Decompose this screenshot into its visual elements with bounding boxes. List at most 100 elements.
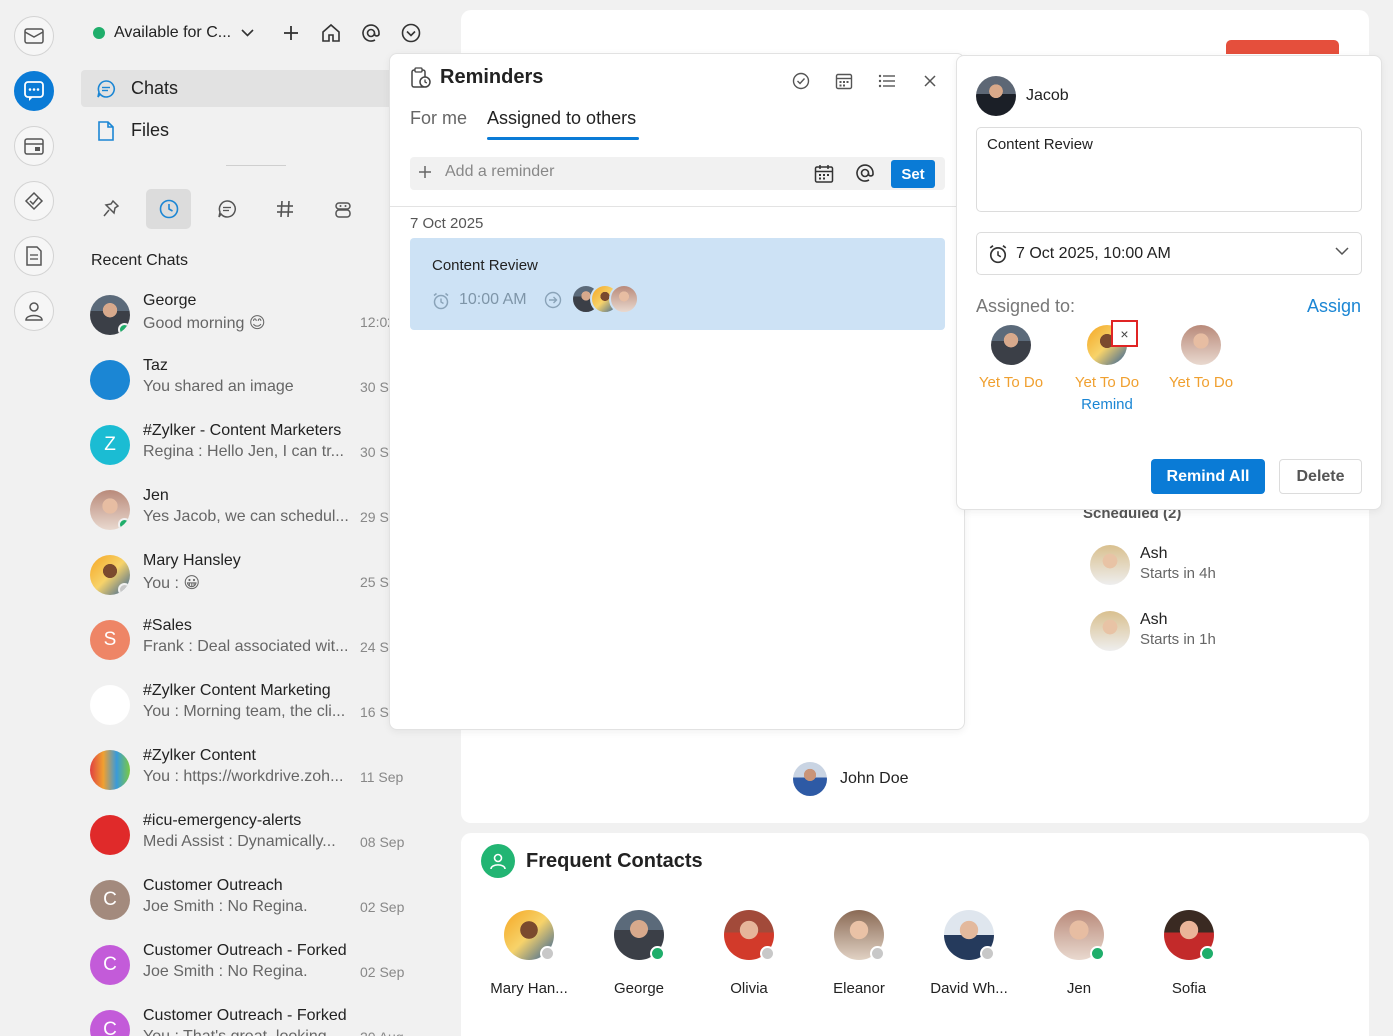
reminder-datetime-picker[interactable]: 7 Oct 2025, 10:00 AM <box>976 232 1362 275</box>
bots-filter[interactable] <box>320 189 365 229</box>
frequent-contact[interactable]: George <box>584 910 694 997</box>
assign-link[interactable]: Assign <box>1307 296 1361 317</box>
completed-check-icon[interactable] <box>788 68 813 93</box>
check-in-button[interactable] <box>1226 40 1339 54</box>
frequent-contact[interactable]: Sofia <box>1134 910 1244 997</box>
remove-assignee-button[interactable]: × <box>1111 320 1138 347</box>
frequent-contacts-card: Frequent Contacts Mary Han... George Olivi… <box>461 833 1369 1036</box>
calendar-icon[interactable] <box>814 164 834 184</box>
chat-list-item[interactable]: S #Sales Frank : Deal associated wit... 24 … <box>90 615 420 680</box>
nav-chats[interactable]: Chats <box>81 70 401 107</box>
assignee[interactable]: Yet To Do <box>971 325 1051 391</box>
chat-name: Customer Outreach <box>143 877 283 894</box>
chat-preview: You shared an image <box>143 378 294 395</box>
plus-icon[interactable] <box>278 20 304 46</box>
frequent-contacts-list: Mary Han... George Olivia Eleanor David Wh..… <box>474 910 1244 997</box>
contact-name: Eleanor <box>833 980 885 997</box>
nav-chats-label: Chats <box>131 78 179 98</box>
contacts-app-icon[interactable] <box>14 291 54 331</box>
presence-dot <box>870 946 885 961</box>
add-reminder-input[interactable]: Add a reminder <box>445 163 554 181</box>
pinned-filter[interactable] <box>88 189 133 229</box>
chat-list-item[interactable]: C Customer Outreach - Forked You : That's … <box>90 1005 420 1036</box>
alarm-clock-icon <box>433 292 449 310</box>
avatar <box>1181 325 1221 365</box>
chat-list: George Good morning 😊 12:02 P Taz You shared… <box>90 290 420 1036</box>
assignee[interactable]: × Yet To Do Remind <box>1067 320 1147 413</box>
home-icon[interactable] <box>318 20 344 46</box>
avatar <box>90 815 130 855</box>
calendar-app-icon[interactable] <box>14 126 54 166</box>
chat-list-item[interactable]: #icu-emergency-alerts Medi Assist : Dynam… <box>90 810 420 875</box>
remind-link[interactable]: Remind <box>1067 396 1147 413</box>
frequent-contact[interactable]: Eleanor <box>804 910 914 997</box>
tasks-app-icon[interactable] <box>14 181 54 221</box>
tab-assigned-to-others[interactable]: Assigned to others <box>487 108 636 129</box>
scheduled-item[interactable]: Ash Starts in 1h <box>1090 611 1290 656</box>
chat-sidebar: Available for C... Chats Files Recent Ch… <box>68 0 440 1036</box>
frequent-contact[interactable]: Mary Han... <box>474 910 584 997</box>
chat-name: Customer Outreach - Forked <box>143 1007 347 1024</box>
contact-john-doe[interactable]: John Doe <box>793 762 909 796</box>
frequent-contact[interactable]: David Wh... <box>914 910 1024 997</box>
hash-icon <box>276 200 293 218</box>
chat-preview: You : Morning team, the cli... <box>143 703 346 720</box>
chat-list-item[interactable]: #Zylker Content Marketing You : Morning t… <box>90 680 420 745</box>
scheduled-time: Starts in 1h <box>1140 631 1216 648</box>
chat-preview: Yes Jacob, we can schedul... <box>143 508 349 525</box>
cliq-chat-icon[interactable] <box>14 71 54 111</box>
mail-icon[interactable] <box>14 16 54 56</box>
chat-list-item[interactable]: #Zylker Content You : https://workdrive.z… <box>90 745 420 810</box>
avatar <box>609 284 639 314</box>
chat-name: #icu-emergency-alerts <box>143 812 302 829</box>
chat-list-item[interactable]: Jen Yes Jacob, we can schedul... 29 S <box>90 485 420 550</box>
presence-dot <box>760 946 775 961</box>
assignee-status: Yet To Do <box>1074 374 1140 391</box>
notes-app-icon[interactable] <box>14 236 54 276</box>
chat-preview: You : https://workdrive.zoh... <box>143 768 344 785</box>
calendar-view-icon[interactable] <box>831 68 856 93</box>
reminder-date-group: 7 Oct 2025 <box>410 215 484 232</box>
reminder-owner: Jacob <box>1026 87 1069 104</box>
chat-list-item[interactable]: Z #Zylker - Content Marketers Regina : Hel… <box>90 420 420 485</box>
chat-time: 16 S <box>360 704 389 720</box>
contact-name: George <box>613 980 665 997</box>
assignee[interactable]: Yet To Do <box>1161 325 1241 391</box>
avatar-initial: C <box>103 889 117 910</box>
recent-filter[interactable] <box>146 189 191 229</box>
frequent-contact[interactable]: Jen <box>1024 910 1134 997</box>
delete-button[interactable]: Delete <box>1279 459 1362 494</box>
divider <box>226 165 286 166</box>
chat-list-item[interactable]: Mary Hansley You : 😀 25 S <box>90 550 420 615</box>
reminders-title: Reminders <box>440 66 544 88</box>
assignee-avatars <box>571 284 639 314</box>
alarm-clock-icon <box>989 245 1007 264</box>
sidebar-toolbar <box>278 20 424 46</box>
status-selector[interactable]: Available for C... <box>93 18 254 48</box>
channels-filter[interactable] <box>262 189 307 229</box>
set-reminder-button[interactable]: Set <box>891 160 935 188</box>
chat-time: 08 Sep <box>360 834 405 850</box>
scheduled-item[interactable]: Ash Starts in 4h <box>1090 545 1290 590</box>
chat-name: #Zylker Content Marketing <box>143 682 331 699</box>
mention-icon[interactable] <box>855 163 875 183</box>
chat-list-item[interactable]: C Customer Outreach Joe Smith : No Regina.… <box>90 875 420 940</box>
status-label: Available for C... <box>114 24 232 41</box>
reminder-text-field[interactable]: Content Review <box>976 127 1362 212</box>
tab-for-me[interactable]: For me <box>410 108 467 129</box>
close-icon[interactable] <box>917 68 942 93</box>
chat-list-item[interactable]: George Good morning 😊 12:02 P <box>90 290 420 355</box>
reminder-item[interactable]: Content Review 10:00 AM <box>410 238 945 330</box>
list-view-icon[interactable] <box>874 68 899 93</box>
chat-name: Customer Outreach - Forked <box>143 942 347 959</box>
frequent-contact[interactable]: Olivia <box>694 910 804 997</box>
remind-all-button[interactable]: Remind All <box>1151 459 1265 494</box>
direct-messages-filter[interactable] <box>204 189 249 229</box>
chat-list-item[interactable]: C Customer Outreach - Forked Joe Smith : N… <box>90 940 420 1005</box>
frequent-contacts-header: Frequent Contacts <box>481 844 703 878</box>
chat-list-item[interactable]: Taz You shared an image 30 S <box>90 355 420 420</box>
mention-icon[interactable] <box>358 20 384 46</box>
divider <box>390 206 964 207</box>
more-dropdown-icon[interactable] <box>398 20 424 46</box>
nav-files[interactable]: Files <box>81 112 401 149</box>
